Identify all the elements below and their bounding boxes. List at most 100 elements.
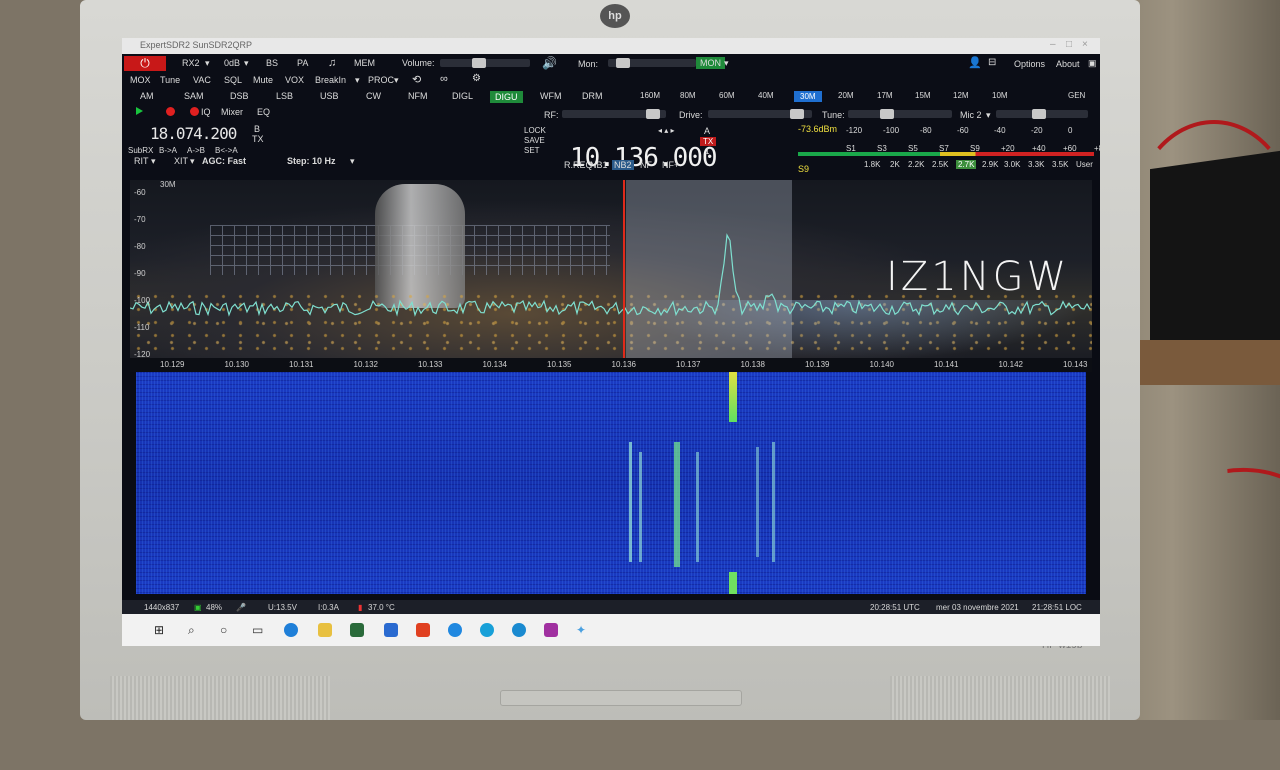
band-15m[interactable]: 15M bbox=[915, 91, 931, 100]
sql-button[interactable]: SQL bbox=[224, 75, 242, 85]
xit-button[interactable]: XIT bbox=[174, 156, 188, 166]
rx-select[interactable]: RX2 bbox=[182, 58, 200, 68]
bandwidth-user[interactable]: User bbox=[1076, 160, 1093, 169]
mode-drm[interactable]: DRM bbox=[582, 91, 603, 101]
agc-select[interactable]: AGC: Fast bbox=[202, 156, 246, 166]
volume-knob[interactable] bbox=[472, 58, 486, 68]
record-icon[interactable] bbox=[166, 107, 175, 116]
save-button[interactable]: SAVE bbox=[524, 136, 545, 145]
tape-icon[interactable]: ∞ bbox=[440, 73, 448, 85]
options-button[interactable]: Options bbox=[1014, 59, 1045, 69]
settings-icon[interactable]: ⚙ bbox=[472, 73, 481, 84]
a-to-b-button[interactable]: A->B bbox=[187, 146, 205, 155]
chevron-down-icon[interactable]: ▾ bbox=[350, 156, 355, 167]
drive-slider[interactable] bbox=[708, 109, 812, 119]
mem-button[interactable]: MEM bbox=[354, 58, 375, 68]
mode-dsb[interactable]: DSB bbox=[230, 91, 249, 101]
vfo-b-tx[interactable]: TX bbox=[252, 134, 264, 144]
bandwidth-2.7k[interactable]: 2.7K bbox=[956, 160, 977, 169]
close-icon[interactable]: × bbox=[1082, 39, 1088, 50]
band-80m[interactable]: 80M bbox=[680, 91, 696, 100]
arrows-icon[interactable]: ◂ ▴ ▸ bbox=[658, 126, 675, 135]
windows-start-icon[interactable]: ⊞ bbox=[154, 623, 168, 637]
bandwidth-2k[interactable]: 2K bbox=[890, 160, 900, 169]
drive-knob[interactable] bbox=[790, 109, 804, 119]
step-select[interactable]: Step: 10 Hz bbox=[287, 156, 336, 166]
expertsdr-taskbar-icon[interactable]: ✦ bbox=[576, 623, 590, 637]
rit-button[interactable]: RIT bbox=[134, 156, 149, 166]
mode-sam[interactable]: SAM bbox=[184, 91, 204, 101]
subrx-button[interactable]: SubRX bbox=[128, 146, 153, 155]
tune-slider[interactable] bbox=[848, 109, 952, 119]
band-10m[interactable]: 10M bbox=[992, 91, 1008, 100]
bandwidth-3.0k[interactable]: 3.0K bbox=[1004, 160, 1020, 169]
mode-nfm[interactable]: NFM bbox=[408, 91, 428, 101]
mute-button[interactable]: Mute bbox=[253, 75, 273, 85]
minimize-icon[interactable]: – bbox=[1050, 39, 1056, 50]
cortana-icon[interactable]: ○ bbox=[220, 623, 234, 637]
speaker-icon[interactable]: 🔊 bbox=[542, 56, 557, 70]
headphones-icon[interactable]: ♫ bbox=[328, 57, 336, 69]
mode-digl[interactable]: DIGL bbox=[452, 91, 473, 101]
bandwidth-3.5k[interactable]: 3.5K bbox=[1052, 160, 1068, 169]
mode-am[interactable]: AM bbox=[140, 91, 154, 101]
band-20m[interactable]: 20M bbox=[838, 91, 854, 100]
mode-digu[interactable]: DIGU bbox=[490, 91, 523, 103]
chevron-down-icon[interactable]: ▾ bbox=[986, 110, 991, 121]
vac-button[interactable]: VAC bbox=[193, 75, 211, 85]
pa-button[interactable]: PA bbox=[297, 58, 308, 68]
mode-wfm[interactable]: WFM bbox=[540, 91, 562, 101]
proc-button[interactable]: PROC bbox=[368, 75, 394, 85]
skype-icon[interactable] bbox=[480, 623, 494, 637]
lock-button[interactable]: LOCK bbox=[524, 126, 546, 135]
mic-knob[interactable] bbox=[1032, 109, 1046, 119]
mode-cw[interactable]: CW bbox=[366, 91, 381, 101]
tx-marker-line[interactable] bbox=[623, 180, 625, 358]
spectrum-panel[interactable]: 30M -60 -70 -80 -90 -100 -110 -120 IZ1NGW bbox=[130, 180, 1092, 360]
nf-button[interactable]: NF bbox=[640, 160, 652, 170]
tune-button[interactable]: Tune bbox=[160, 75, 180, 85]
iq-record-icon[interactable] bbox=[190, 107, 199, 116]
mode-lsb[interactable]: LSB bbox=[276, 91, 293, 101]
chevron-down-icon[interactable]: ▾ bbox=[394, 75, 399, 86]
mixer-button[interactable]: Mixer bbox=[221, 107, 243, 117]
about-button[interactable]: About bbox=[1056, 59, 1080, 69]
iq-button[interactable]: IQ bbox=[201, 107, 211, 117]
vox-button[interactable]: VOX bbox=[285, 75, 304, 85]
bs-button[interactable]: BS bbox=[266, 58, 278, 68]
play-icon[interactable] bbox=[136, 107, 143, 115]
mon-button[interactable]: MON bbox=[696, 57, 725, 69]
mox-button[interactable]: MOX bbox=[130, 75, 151, 85]
swap-button[interactable]: B<->A bbox=[215, 146, 238, 155]
search-icon[interactable]: ⌕ bbox=[188, 623, 202, 637]
store-icon[interactable] bbox=[350, 623, 364, 637]
nb1-button[interactable]: NB1 bbox=[590, 160, 608, 170]
bandwidth-2.9k[interactable]: 2.9K bbox=[982, 160, 998, 169]
b-to-a-button[interactable]: B->A bbox=[159, 146, 177, 155]
band-60m[interactable]: 60M bbox=[719, 91, 735, 100]
mic-select[interactable]: Mic 2 bbox=[960, 110, 982, 120]
chevron-down-icon[interactable]: ▾ bbox=[244, 58, 249, 69]
band-12m[interactable]: 12M bbox=[953, 91, 969, 100]
app-icon-3[interactable] bbox=[544, 623, 558, 637]
bandwidth-3.3k[interactable]: 3.3K bbox=[1028, 160, 1044, 169]
chevron-down-icon[interactable]: ▾ bbox=[355, 75, 360, 86]
app-icon-1[interactable] bbox=[448, 623, 462, 637]
nb2-button[interactable]: NB2 bbox=[612, 160, 634, 170]
maximize-icon[interactable]: □ bbox=[1066, 39, 1072, 50]
band-40m[interactable]: 40M bbox=[758, 91, 774, 100]
band-30m[interactable]: 30M bbox=[794, 91, 822, 102]
app-icon-2[interactable] bbox=[512, 623, 526, 637]
mon-slider[interactable] bbox=[608, 58, 696, 68]
edge-icon[interactable] bbox=[284, 623, 298, 637]
chevron-down-icon[interactable]: ▾ bbox=[151, 156, 156, 167]
lock-icon[interactable]: ⊟ bbox=[988, 57, 996, 68]
band-gen[interactable]: GEN bbox=[1068, 91, 1085, 100]
mon-knob[interactable] bbox=[616, 58, 630, 68]
waterfall-panel[interactable] bbox=[136, 372, 1086, 594]
rf-knob[interactable] bbox=[646, 109, 660, 119]
rf-slider[interactable] bbox=[562, 109, 666, 119]
set-button[interactable]: SET bbox=[524, 146, 540, 155]
record-loop-icon[interactable]: ⟲ bbox=[412, 73, 421, 86]
vfo-b-frequency[interactable]: 18.074.200 bbox=[150, 124, 237, 143]
